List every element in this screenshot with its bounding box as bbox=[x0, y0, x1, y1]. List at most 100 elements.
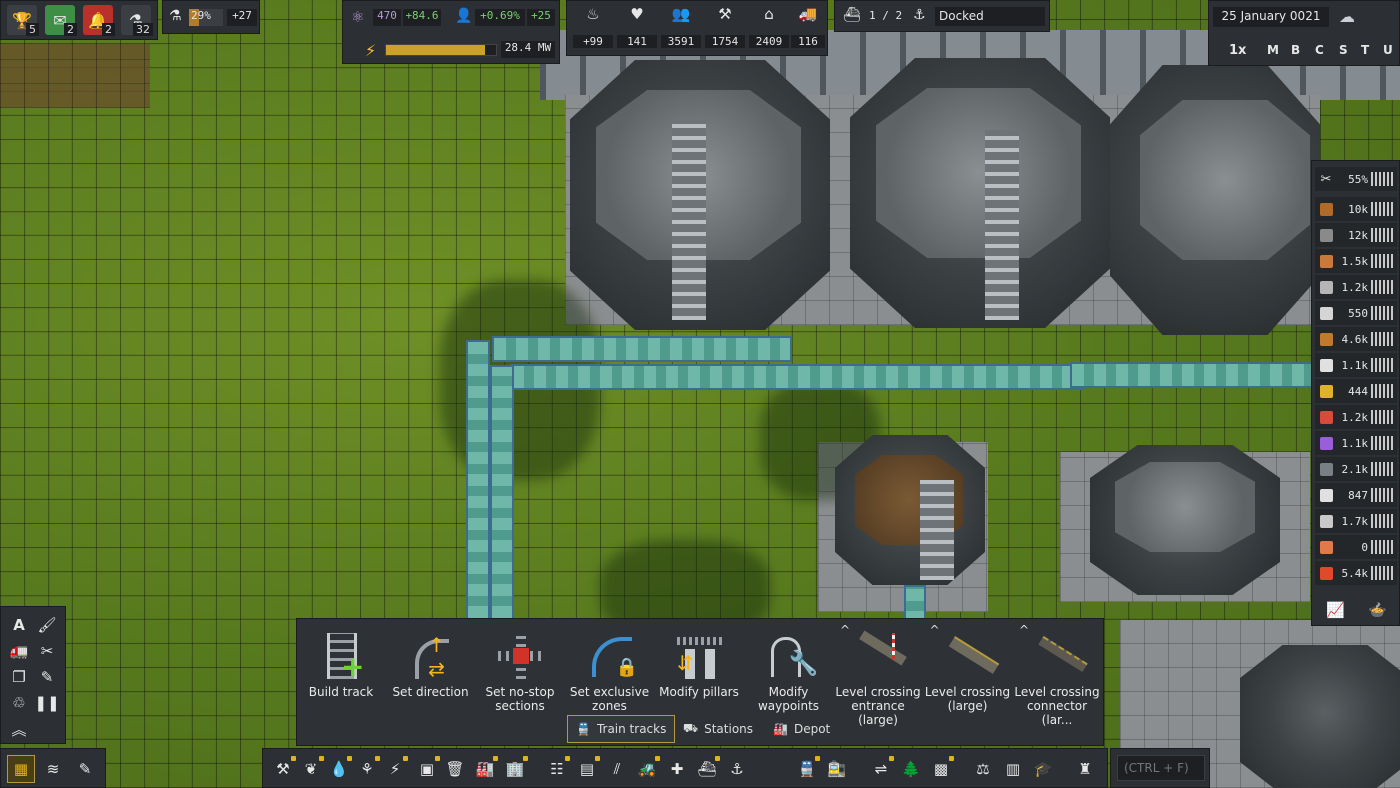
messages-button[interactable]: ✉ 2 bbox=[45, 5, 77, 36]
resource-row[interactable]: 10k bbox=[1315, 197, 1397, 221]
labels-tool[interactable]: A bbox=[5, 611, 33, 639]
pause-building-tool[interactable]: ❚❚ bbox=[33, 689, 61, 717]
stat-food[interactable]: ♨ +99 bbox=[573, 5, 613, 48]
tab-train-tracks[interactable]: 🚆 Train tracks bbox=[567, 715, 676, 743]
layers-button[interactable]: ≋ bbox=[39, 755, 67, 783]
category-policies[interactable]: ⚖ bbox=[969, 755, 997, 783]
category-trees[interactable]: 🌲 bbox=[897, 755, 925, 783]
category-water[interactable]: 💧 bbox=[325, 755, 353, 783]
stat-population[interactable]: 👥 3591 bbox=[661, 5, 701, 48]
tool-modify-pillars[interactable]: ⇵ Modify pillars bbox=[655, 623, 743, 717]
category-power[interactable]: ⚡ bbox=[381, 755, 409, 783]
copy-tool[interactable]: ❐ bbox=[5, 663, 33, 691]
conveyor-belt[interactable] bbox=[510, 364, 1085, 390]
category-housing[interactable]: 🏢 bbox=[501, 755, 529, 783]
tool-build-track[interactable]: + Build track bbox=[297, 623, 385, 717]
resource-row[interactable]: 1.2k bbox=[1315, 275, 1397, 299]
category-decoration[interactable]: ▩ bbox=[927, 755, 955, 783]
ship-panel[interactable]: ⛴ 1 / 2 ⚓ Docked bbox=[834, 0, 1050, 32]
alerts-button[interactable]: 🔔 2 bbox=[83, 5, 115, 36]
storage-silo-corner[interactable] bbox=[1240, 645, 1400, 788]
category-farming[interactable]: ❦ bbox=[297, 755, 325, 783]
category-mining[interactable]: ⚒ bbox=[269, 755, 297, 783]
weather-cloud-icon[interactable]: ☁ bbox=[1339, 7, 1355, 26]
tool-set-exclusive-zones[interactable]: 🔒 Set exclusive zones bbox=[566, 623, 654, 717]
category-pipes[interactable]: ⫽ bbox=[603, 755, 631, 783]
category-transport[interactable]: ▤ bbox=[573, 755, 601, 783]
category-trains[interactable]: 🚆 bbox=[793, 755, 821, 783]
research-queue-button[interactable]: ⚗ 32 bbox=[121, 5, 153, 36]
category-train-stations[interactable]: 🚉 bbox=[823, 755, 851, 783]
resource-row[interactable]: 1.1k bbox=[1315, 431, 1397, 455]
paint-tool[interactable]: 🖌 bbox=[33, 611, 61, 639]
category-conveyors[interactable]: ☷ bbox=[543, 755, 571, 783]
caret-up-icon[interactable]: ^ bbox=[930, 623, 940, 637]
hotkey-s[interactable]: S bbox=[1339, 43, 1348, 57]
tool-level-crossing-entrance-large[interactable]: ^ Level crossing entrance (large) bbox=[834, 623, 922, 727]
tool-set-direction[interactable]: ↑ ⇄ Set direction bbox=[387, 623, 475, 717]
category-vehicles[interactable]: 🚜 bbox=[633, 755, 661, 783]
caret-up-icon[interactable]: ^ bbox=[840, 623, 850, 637]
conveyor-belt-vertical[interactable] bbox=[466, 340, 490, 620]
conveyor-belt-vertical[interactable] bbox=[490, 365, 514, 620]
hotkey-m[interactable]: M bbox=[1267, 43, 1279, 57]
resource-row[interactable]: 1.2k bbox=[1315, 405, 1397, 429]
research-panel[interactable]: ⚗ 29% +27 bbox=[162, 0, 260, 34]
category-blueprints[interactable]: ▥ bbox=[999, 755, 1027, 783]
stat-vehicles[interactable]: 🚚 116 bbox=[791, 5, 825, 48]
resource-value: 1.7k bbox=[1341, 514, 1369, 528]
caret-up-icon[interactable]: ^ bbox=[1019, 623, 1029, 637]
upgrade-tool[interactable]: ︽ bbox=[5, 715, 33, 743]
category-food[interactable]: ⚘ bbox=[353, 755, 381, 783]
cut-tool[interactable]: ✂ bbox=[33, 637, 61, 665]
build-grid-button[interactable]: ▦ bbox=[7, 755, 35, 783]
hotkey-c[interactable]: C bbox=[1315, 43, 1324, 57]
category-waste[interactable]: 🗑 bbox=[441, 755, 469, 783]
resource-row[interactable]: 4.6k bbox=[1315, 327, 1397, 351]
category-ships[interactable]: ⛴ bbox=[693, 755, 721, 783]
category-production[interactable]: 🏭 bbox=[471, 755, 499, 783]
conveyor-belt[interactable] bbox=[1070, 362, 1315, 388]
conveyor-belt[interactable] bbox=[492, 336, 792, 362]
statistics-chart-icon[interactable]: 📈 bbox=[1326, 601, 1345, 619]
unity-value[interactable]: 470 bbox=[373, 9, 401, 26]
resource-row[interactable]: 12k bbox=[1315, 223, 1397, 247]
food-bowl-icon[interactable]: 🍲 bbox=[1368, 601, 1387, 619]
category-storage[interactable]: ▣ bbox=[413, 755, 441, 783]
resource-row[interactable]: 2.1k bbox=[1315, 457, 1397, 481]
hotkey-b[interactable]: B bbox=[1291, 43, 1300, 57]
search-input[interactable] bbox=[1117, 755, 1205, 781]
tool-level-crossing-connector-lar[interactable]: ^ Level crossing connector (lar... bbox=[1013, 623, 1101, 727]
resource-row[interactable]: 444 bbox=[1315, 379, 1397, 403]
stat-health[interactable]: ♥ 141 bbox=[617, 5, 657, 48]
resource-row[interactable]: 847 bbox=[1315, 483, 1397, 507]
tool-modify-waypoints[interactable]: 🔧 Modify waypoints bbox=[745, 623, 833, 717]
game-speed[interactable]: 1x bbox=[1229, 43, 1246, 58]
hotkey-t[interactable]: T bbox=[1361, 43, 1369, 57]
tab-stations[interactable]: ⛟ Stations bbox=[675, 715, 761, 743]
category-docks[interactable]: ⚓ bbox=[723, 755, 751, 783]
research-progress: 29% bbox=[189, 9, 223, 26]
resource-row[interactable]: 1.1k bbox=[1315, 353, 1397, 377]
category-population[interactable]: ♜ bbox=[1071, 755, 1099, 783]
tab-depot[interactable]: 🏭 Depot bbox=[765, 715, 838, 743]
hotkey-u[interactable]: U bbox=[1383, 43, 1393, 57]
category-research[interactable]: 🎓 bbox=[1029, 755, 1057, 783]
achievements-button[interactable]: 🏆 5 bbox=[7, 5, 39, 36]
category-roads[interactable]: ✚ bbox=[663, 755, 691, 783]
resource-row[interactable]: 1.7k bbox=[1315, 509, 1397, 533]
pick-tool[interactable]: ✎ bbox=[33, 663, 61, 691]
stat-workers[interactable]: ⚒ 1754 bbox=[705, 5, 745, 48]
category-terraform[interactable]: ⇌ bbox=[867, 755, 895, 783]
resource-row[interactable]: 550 bbox=[1315, 301, 1397, 325]
resource-row[interactable]: 5.4k bbox=[1315, 561, 1397, 585]
tool-level-crossing-large[interactable]: ^ Level crossing (large) bbox=[924, 623, 1012, 717]
resource-row[interactable]: 0 bbox=[1315, 535, 1397, 559]
stat-housing[interactable]: ⌂ 2409 bbox=[749, 5, 789, 48]
edit-button[interactable]: ✎ bbox=[71, 755, 99, 783]
vehicle-tool[interactable]: 🚛 bbox=[5, 637, 33, 665]
recycle-tool[interactable]: ♲ bbox=[5, 689, 33, 717]
tool-set-no-stop-sections[interactable]: Set no-stop sections bbox=[476, 623, 564, 717]
resource-row[interactable]: 1.5k bbox=[1315, 249, 1397, 273]
maintenance-row[interactable]: ✂ 55% bbox=[1315, 167, 1397, 191]
